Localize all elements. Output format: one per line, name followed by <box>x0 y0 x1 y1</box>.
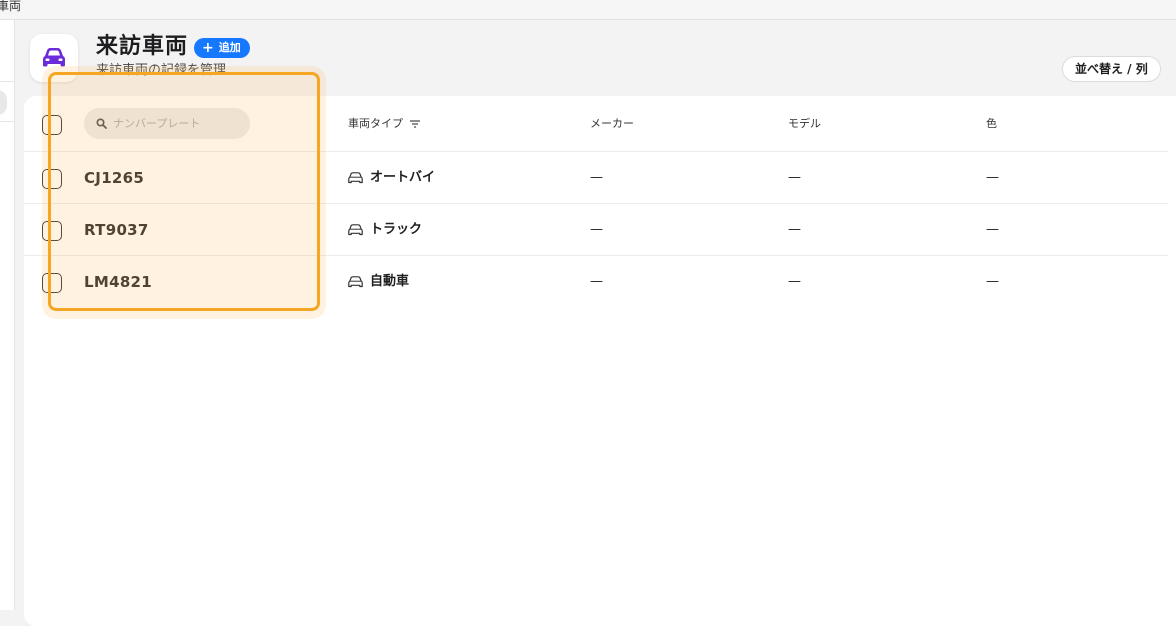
plus-icon: + <box>202 40 214 56</box>
window-title: 車両 <box>0 0 22 13</box>
car-icon <box>30 34 78 82</box>
page-subtitle: 来訪車両の記録を管理 <box>96 63 227 78</box>
maker-cell: — <box>590 222 603 237</box>
vehicle-type-label: オートバイ <box>370 170 436 185</box>
row-divider <box>24 151 1168 152</box>
column-header-model[interactable]: モデル <box>788 118 821 130</box>
vehicle-type: トラック <box>348 221 422 239</box>
color-cell: — <box>986 170 999 185</box>
car-outline-icon <box>348 224 363 236</box>
filter-icon[interactable] <box>409 119 421 129</box>
column-header-maker[interactable]: メーカー <box>590 118 634 130</box>
plate-number[interactable]: CJ1265 <box>84 169 144 187</box>
plate-number[interactable]: RT9037 <box>84 221 149 239</box>
column-header-label: 車両タイプ <box>348 117 403 130</box>
sidebar <box>0 20 15 610</box>
add-vehicle-button[interactable]: + 追加 <box>194 38 250 58</box>
row-divider <box>24 203 1168 204</box>
row-divider <box>24 255 1168 256</box>
sidebar-divider <box>0 81 14 82</box>
vehicle-type: 自動車 <box>348 273 409 291</box>
search-icon <box>96 118 107 129</box>
car-outline-icon <box>348 276 363 288</box>
model-cell: — <box>788 274 801 289</box>
select-all-checkbox[interactable] <box>42 115 62 135</box>
column-header-type[interactable]: 車両タイプ <box>348 118 421 130</box>
vehicle-table: 車両タイプ メーカー モデル 色 CJ1265 オートバイ — — — RT90… <box>24 96 1176 626</box>
sidebar-divider <box>0 121 14 122</box>
sort-columns-button[interactable]: 並べ替え / 列 <box>1062 56 1161 82</box>
color-cell: — <box>986 222 999 237</box>
column-header-color[interactable]: 色 <box>986 118 997 130</box>
row-checkbox[interactable] <box>42 273 62 293</box>
row-checkbox[interactable] <box>42 169 62 189</box>
plate-search-input[interactable] <box>113 117 243 130</box>
model-cell: — <box>788 222 801 237</box>
car-outline-icon <box>348 172 363 184</box>
sidebar-search-input[interactable] <box>0 90 7 115</box>
vehicle-type-label: トラック <box>370 222 423 237</box>
vehicle-type-label: 自動車 <box>370 274 410 289</box>
row-checkbox[interactable] <box>42 221 62 241</box>
main-content: 来訪車両 + 追加 来訪車両の記録を管理 並べ替え / 列 車両タイプ メーカー… <box>16 20 1176 626</box>
plate-number[interactable]: LM4821 <box>84 273 152 291</box>
model-cell: — <box>788 170 801 185</box>
maker-cell: — <box>590 170 603 185</box>
window-titlebar: 車両 <box>0 0 1176 20</box>
plate-search-field[interactable] <box>84 108 250 139</box>
color-cell: — <box>986 274 999 289</box>
maker-cell: — <box>590 274 603 289</box>
add-button-label: 追加 <box>218 41 241 54</box>
vehicle-type: オートバイ <box>348 169 435 187</box>
page-title: 来訪車両 <box>96 34 189 59</box>
